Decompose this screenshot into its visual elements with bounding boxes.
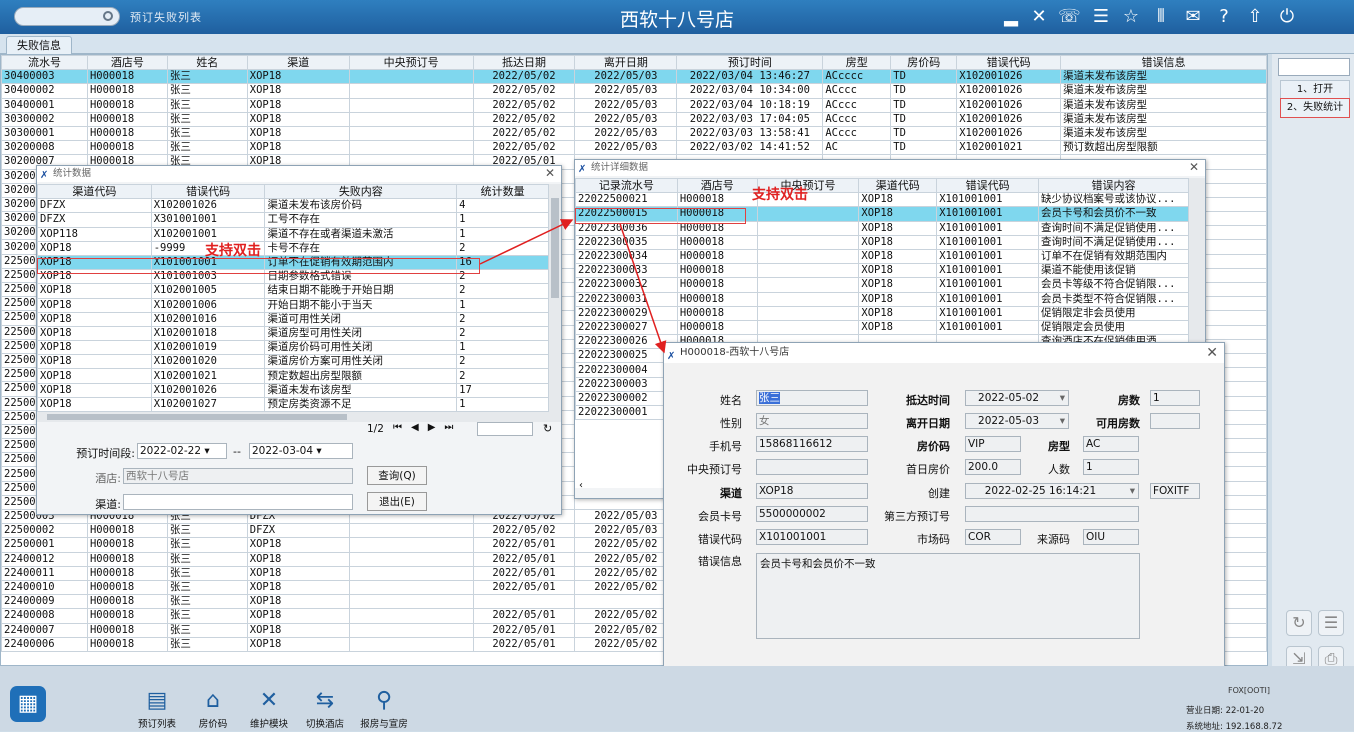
nav-switch-hotel[interactable]: ⇆ 切换酒店 <box>298 688 352 730</box>
arrow-to-detail <box>479 219 574 265</box>
nav-maintenance[interactable]: ✕ 维护模块 <box>242 688 296 730</box>
document-icon: ▤ <box>146 688 168 713</box>
bottom-bar: ▦ ▤ 预订列表 ⌂ 房价码 ✕ 维护模块 ⇆ 切换酒店 ⚲ 报房与宣房 FOX[OOTI… <box>0 666 1354 732</box>
tools-icon: ✕ <box>259 688 279 713</box>
user-text: FOX[OOTI] <box>1228 686 1270 695</box>
arrow-to-order <box>619 223 667 354</box>
nav-rate-code[interactable]: ⌂ 房价码 <box>186 688 240 730</box>
nav-booking-list[interactable]: ▤ 预订列表 <box>130 688 184 730</box>
house-icon: ⌂ <box>206 688 220 713</box>
annotation-arrows <box>479 219 667 354</box>
business-date: 营业日期: 22-01-20 <box>1186 706 1265 716</box>
search-icon: ⚲ <box>375 688 393 713</box>
nav-room-report[interactable]: ⚲ 报房与宣房 <box>354 688 414 730</box>
switch-icon: ⇆ <box>315 688 335 713</box>
home-grid-icon[interactable]: ▦ <box>10 686 46 722</box>
system-ip: 系统地址: 192.168.8.72 <box>1186 722 1283 732</box>
